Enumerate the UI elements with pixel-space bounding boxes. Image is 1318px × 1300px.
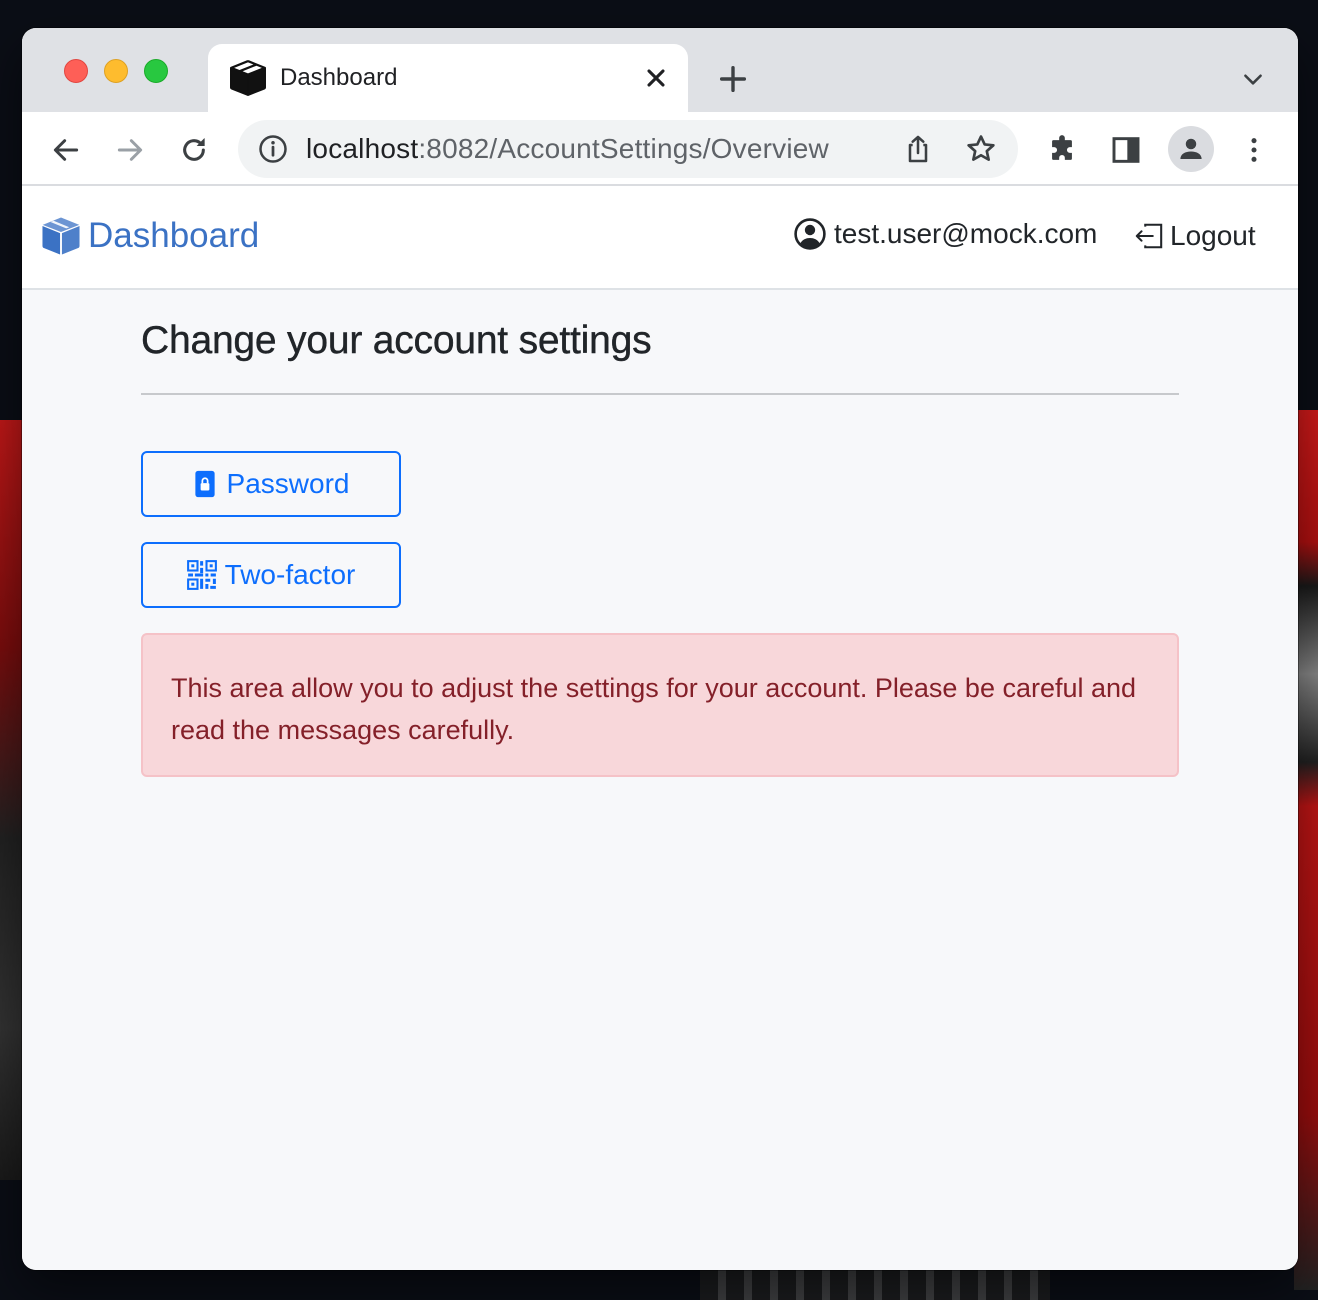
kebab-menu-icon [1251,138,1257,162]
page-viewport: Dashboard test.user@mock.com Logout Chan… [22,186,1298,1270]
minimize-window-button[interactable] [104,59,128,83]
arrow-right-icon [117,139,143,161]
box-arrow-left-icon [1135,223,1163,249]
alert-text: This area allow you to adjust the settin… [171,673,1137,745]
page-title: Change your account settings [141,319,652,362]
browser-window: Dashboard localhost:8082/AccountSettings… [22,28,1298,1270]
person-icon [1180,138,1202,159]
lock-icon [194,470,215,498]
logout-link[interactable]: Logout [1134,220,1256,252]
tab-title: Dashboard [280,64,398,91]
maximize-window-button[interactable] [144,59,168,83]
tab-strip: Dashboard [22,28,1298,112]
url-host: localhost [306,133,419,164]
arrow-left-icon [53,139,79,161]
browser-tab[interactable]: Dashboard [208,44,688,112]
brand-text: Dashboard [88,216,260,255]
info-icon[interactable] [258,134,288,164]
two-factor-button-label: Two-factor [224,559,356,590]
url-path: :8082/AccountSettings/Overview [418,133,829,164]
box-icon [230,60,266,96]
browser-toolbar: localhost:8082/AccountSettings/Overview [22,112,1298,186]
address-bar[interactable]: localhost:8082/AccountSettings/Overview [238,120,1018,178]
qr-code-icon [186,560,217,590]
url-text[interactable]: localhost:8082/AccountSettings/Overview [306,133,829,165]
forward-button[interactable] [110,130,150,170]
divider [141,392,1179,395]
browser-menu-button[interactable] [1234,130,1274,170]
box-icon [42,217,80,255]
puzzle-icon [1052,135,1072,160]
star-icon[interactable] [964,132,998,166]
back-button[interactable] [46,130,86,170]
brand-link[interactable]: Dashboard [42,216,259,256]
share-icon[interactable] [902,132,934,166]
close-icon[interactable] [642,64,670,92]
person-circle-icon [794,218,826,250]
site-navbar: Dashboard test.user@mock.com Logout [22,186,1298,290]
info-alert: This area allow you to adjust the settin… [141,633,1179,777]
password-button-label: Password [226,468,350,499]
plus-icon[interactable] [716,62,750,96]
user-email: test.user@mock.com [834,218,1098,249]
main-content: Change your account settings Password Tw… [141,318,1179,777]
two-factor-button[interactable]: Two-factor [141,542,401,608]
side-panel-icon [1112,137,1140,163]
reload-icon [183,138,205,161]
reload-button[interactable] [174,130,214,170]
extensions-button[interactable] [1042,130,1082,170]
side-panel-button[interactable] [1106,130,1146,170]
close-window-button[interactable] [64,59,88,83]
desktop-backdrop-bottom [700,1270,1050,1300]
logout-label: Logout [1170,220,1256,251]
password-button[interactable]: Password [141,451,401,517]
profile-button[interactable] [1168,126,1214,172]
user-account-link[interactable]: test.user@mock.com [794,218,1097,250]
chevron-down-icon[interactable] [1240,66,1266,92]
